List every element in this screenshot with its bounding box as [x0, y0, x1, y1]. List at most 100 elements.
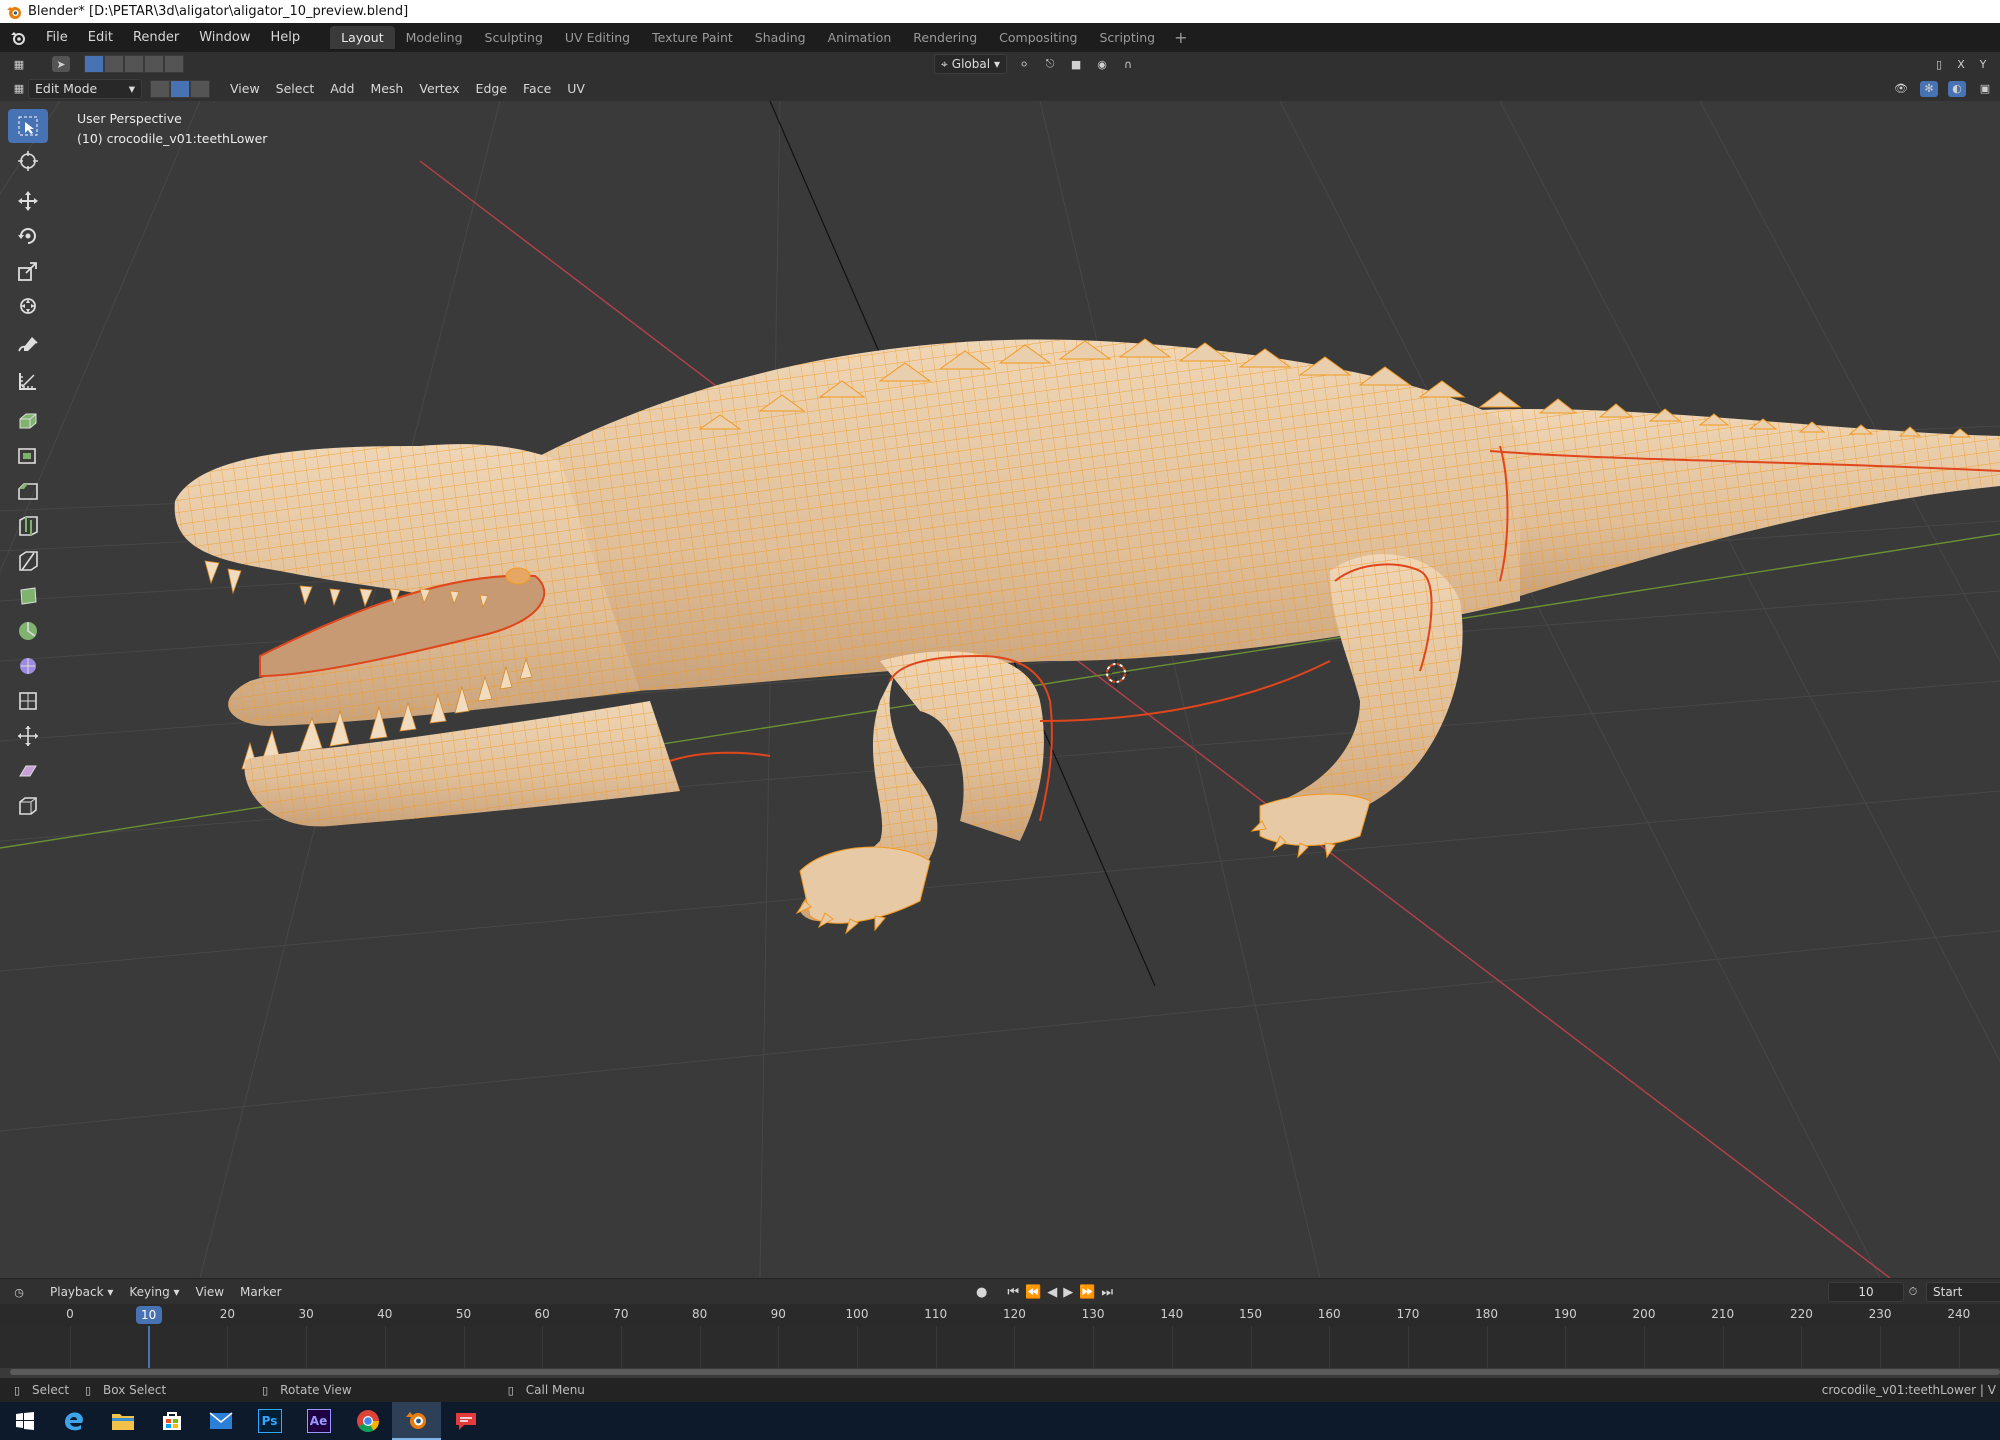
photoshop-icon[interactable]: Ps	[245, 1402, 294, 1440]
menu-file[interactable]: File	[36, 23, 78, 52]
chrome-icon[interactable]	[343, 1402, 392, 1440]
active-tool-icon[interactable]: ➤	[52, 56, 70, 72]
rotate-icon[interactable]	[8, 219, 48, 253]
menu-edit[interactable]: Edit	[78, 23, 123, 52]
start-frame-field[interactable]: Start 1	[1926, 1282, 2000, 1302]
windows-start-icon[interactable]	[0, 1402, 49, 1440]
select-new-icon[interactable]	[84, 55, 104, 73]
jump-end-icon[interactable]: ⏭	[1101, 1285, 1113, 1300]
chat-icon[interactable]	[441, 1402, 490, 1440]
playhead-line[interactable]	[147, 1326, 150, 1368]
mirror-y-toggle[interactable]: Y	[1974, 56, 1992, 72]
menu-face[interactable]: Face	[515, 80, 559, 98]
menu-select[interactable]: Select	[268, 80, 323, 98]
stopwatch-icon[interactable]: ⏱	[1904, 1284, 1922, 1300]
tab-layout[interactable]: Layout	[330, 26, 395, 49]
scale-icon[interactable]	[8, 254, 48, 288]
jump-start-icon[interactable]: ⏮	[1007, 1285, 1019, 1300]
timeline-track[interactable]	[0, 1326, 2000, 1368]
tab-compositing[interactable]: Compositing	[988, 26, 1088, 49]
menu-edge[interactable]: Edge	[468, 80, 515, 98]
menu-uv[interactable]: UV	[559, 80, 593, 98]
snap-element-icon[interactable]: ■	[1067, 56, 1085, 72]
menu-vertex[interactable]: Vertex	[411, 80, 467, 98]
blender-icon[interactable]	[392, 1402, 441, 1440]
3d-viewport[interactable]: User Perspective (10) crocodile_v01:teet…	[0, 101, 2000, 1278]
file-explorer-icon[interactable]	[98, 1402, 147, 1440]
visibility-icon[interactable]: 👁	[1892, 81, 1910, 97]
tab-sculpting[interactable]: Sculpting	[474, 26, 554, 49]
jump-keyframe-forward-icon[interactable]: ⏩	[1079, 1285, 1095, 1300]
select-box-icon[interactable]	[8, 109, 48, 143]
timeline-menu-view[interactable]: View	[188, 1283, 232, 1301]
timeline-menu-marker[interactable]: Marker	[232, 1283, 289, 1301]
play-reverse-icon[interactable]: ◀	[1047, 1285, 1057, 1300]
select-invert-icon[interactable]	[144, 55, 164, 73]
tab-animation[interactable]: Animation	[817, 26, 903, 49]
smooth-icon[interactable]	[8, 649, 48, 683]
bevel-icon[interactable]	[8, 474, 48, 508]
shrink-fatten-icon[interactable]	[8, 719, 48, 753]
tab-rendering[interactable]: Rendering	[902, 26, 988, 49]
mode-dropdown[interactable]: Edit Mode ▾	[28, 78, 142, 99]
playback-dropdown[interactable]: Playback ▾	[42, 1283, 121, 1301]
xray-icon[interactable]: ▣	[1976, 81, 1994, 97]
vertex-select-icon[interactable]	[150, 79, 170, 98]
mail-icon[interactable]	[196, 1402, 245, 1440]
tab-modeling[interactable]: Modeling	[395, 26, 474, 49]
rip-region-icon[interactable]	[8, 789, 48, 823]
record-icon[interactable]: ●	[976, 1285, 987, 1300]
move-icon[interactable]	[8, 184, 48, 218]
add-workspace-button[interactable]: +	[1166, 28, 1195, 47]
extrude-icon[interactable]	[8, 404, 48, 438]
tab-scripting[interactable]: Scripting	[1089, 26, 1167, 49]
inset-icon[interactable]	[8, 439, 48, 473]
keying-dropdown[interactable]: Keying ▾	[121, 1283, 187, 1301]
tab-texture-paint[interactable]: Texture Paint	[641, 26, 744, 49]
editor-type-icon[interactable]: ▦	[10, 56, 28, 72]
loop-cut-icon[interactable]	[8, 509, 48, 543]
timeline-editor-icon[interactable]: ◷	[10, 1284, 28, 1300]
proportional-edit-icon[interactable]: ◉	[1093, 56, 1111, 72]
tab-uv-editing[interactable]: UV Editing	[554, 26, 641, 49]
select-subtract-icon[interactable]	[124, 55, 144, 73]
menu-window[interactable]: Window	[189, 23, 260, 52]
transform-icon[interactable]	[8, 289, 48, 323]
menu-render[interactable]: Render	[123, 23, 189, 52]
knife-icon[interactable]	[8, 544, 48, 578]
blender-menu-icon[interactable]	[0, 23, 36, 52]
transform-orientation-dropdown[interactable]: ⌖ Global ▾	[934, 54, 1008, 74]
current-frame-field[interactable]: 10	[1828, 1282, 1904, 1302]
gizmo-icon[interactable]: ✻	[1920, 80, 1938, 97]
edge-select-icon[interactable]	[170, 79, 190, 98]
spin-icon[interactable]	[8, 614, 48, 648]
jump-keyframe-back-icon[interactable]: ⏪	[1025, 1285, 1041, 1300]
annotate-icon[interactable]	[8, 329, 48, 363]
select-intersect-icon[interactable]	[164, 55, 184, 73]
mirror-x-toggle[interactable]: X	[1952, 56, 1970, 72]
cursor-icon[interactable]	[8, 144, 48, 178]
snap-icon[interactable]: ⎋	[1041, 56, 1059, 72]
store-icon[interactable]	[147, 1402, 196, 1440]
falloff-icon[interactable]: ∩	[1119, 56, 1137, 72]
frame-cursor[interactable]: 10	[135, 1306, 162, 1324]
play-icon[interactable]: ▶	[1063, 1285, 1073, 1300]
after-effects-icon[interactable]: Ae	[294, 1402, 343, 1440]
timeline-ruler[interactable]: 0 10 20 30 40 50 60 70 80 90 100 110 120 130 140 150 160…	[0, 1304, 2000, 1326]
menu-mesh[interactable]: Mesh	[362, 80, 411, 98]
menu-view[interactable]: View	[222, 80, 268, 98]
face-select-icon[interactable]	[190, 79, 210, 98]
mirror-options-icon[interactable]: ▯	[1930, 56, 1948, 72]
shear-icon[interactable]	[8, 754, 48, 788]
timeline-scrollbar[interactable]	[10, 1369, 2000, 1375]
poly-build-icon[interactable]	[8, 579, 48, 613]
overlay-icon[interactable]: ◐	[1948, 80, 1966, 97]
edge-icon[interactable]	[49, 1402, 98, 1440]
tab-shading[interactable]: Shading	[744, 26, 817, 49]
edge-slide-icon[interactable]	[8, 684, 48, 718]
measure-icon[interactable]	[8, 364, 48, 398]
menu-help[interactable]: Help	[261, 23, 311, 52]
pivot-point-icon[interactable]: ⚪	[1015, 56, 1033, 72]
select-extend-icon[interactable]	[104, 55, 124, 73]
menu-add[interactable]: Add	[322, 80, 362, 98]
